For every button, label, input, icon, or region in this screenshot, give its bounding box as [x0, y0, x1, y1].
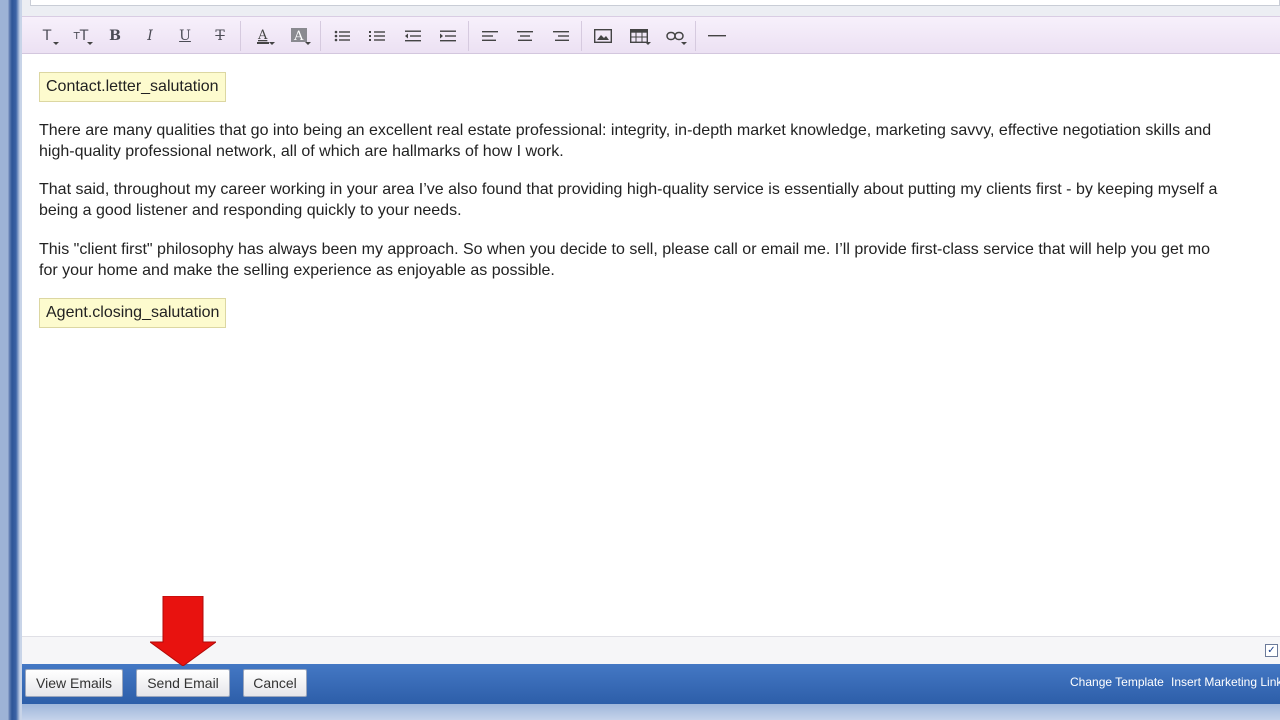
red-arrow-annotation-icon [150, 596, 216, 666]
body-paragraph: There are many qualities that go into be… [39, 120, 1280, 162]
highlight-color-icon[interactable]: A [286, 24, 312, 48]
align-center-icon[interactable] [512, 24, 538, 48]
view-emails-button[interactable]: View Emails [25, 669, 123, 697]
paragraph-line: being a good listener and responding qui… [39, 202, 462, 219]
outdent-icon[interactable] [400, 24, 426, 48]
change-template-link[interactable]: Change Template [1070, 675, 1164, 689]
paragraph-line: There are many qualities that go into be… [39, 122, 1212, 139]
left-frame-border [0, 0, 22, 720]
footer-shadow [22, 704, 1280, 720]
italic-icon[interactable]: I [137, 24, 163, 48]
link-icon[interactable] [662, 24, 688, 48]
insert-marketing-link[interactable]: Insert Marketing Link [1171, 675, 1280, 689]
body-paragraph: That said, throughout my career working … [39, 179, 1280, 221]
subject-area [22, 0, 1280, 16]
editor-toolbar: T TT B I U T A A [22, 16, 1280, 54]
image-icon[interactable] [590, 24, 616, 48]
paragraph-line: high-quality professional network, all o… [39, 143, 564, 160]
numbered-list-icon[interactable] [364, 24, 390, 48]
salutation-merge-tag[interactable]: Contact.letter_salutation [39, 72, 226, 102]
horizontal-rule-icon[interactable] [704, 24, 730, 48]
subject-field-edge[interactable] [30, 0, 1280, 6]
underline-icon[interactable]: U [172, 24, 198, 48]
toolbar-separator [581, 21, 582, 51]
align-left-icon[interactable] [477, 24, 503, 48]
bold-icon[interactable]: B [102, 24, 128, 48]
toolbar-separator [468, 21, 469, 51]
send-email-button[interactable]: Send Email [136, 669, 230, 697]
toolbar-separator [695, 21, 696, 51]
cancel-button[interactable]: Cancel [243, 669, 307, 697]
table-icon[interactable] [626, 24, 652, 48]
paragraph-line: for your home and make the selling exper… [39, 262, 555, 279]
paragraph-line: That said, throughout my career working … [39, 181, 1218, 198]
strikethrough-icon[interactable]: T [207, 24, 233, 48]
toolbar-separator [320, 21, 321, 51]
align-right-icon[interactable] [548, 24, 574, 48]
action-footer: View Emails Send Email Cancel Change Tem… [22, 664, 1280, 704]
indent-icon[interactable] [435, 24, 461, 48]
toolbar-separator [240, 21, 241, 51]
option-checkbox[interactable]: ✓ [1265, 644, 1278, 657]
svg-text:A: A [257, 28, 268, 43]
body-paragraph: This "client first" philosophy has alway… [39, 239, 1280, 281]
bullet-list-icon[interactable] [329, 24, 355, 48]
svg-text:A: A [293, 29, 304, 44]
font-color-icon[interactable]: A [250, 24, 276, 48]
font-size-icon[interactable]: TT [68, 24, 94, 48]
paragraph-line: This "client first" philosophy has alway… [39, 241, 1211, 258]
closing-merge-tag[interactable]: Agent.closing_salutation [39, 298, 227, 328]
font-family-icon[interactable]: T [34, 24, 60, 48]
email-body-editor[interactable]: Contact.letter_salutation There are many… [22, 54, 1280, 636]
